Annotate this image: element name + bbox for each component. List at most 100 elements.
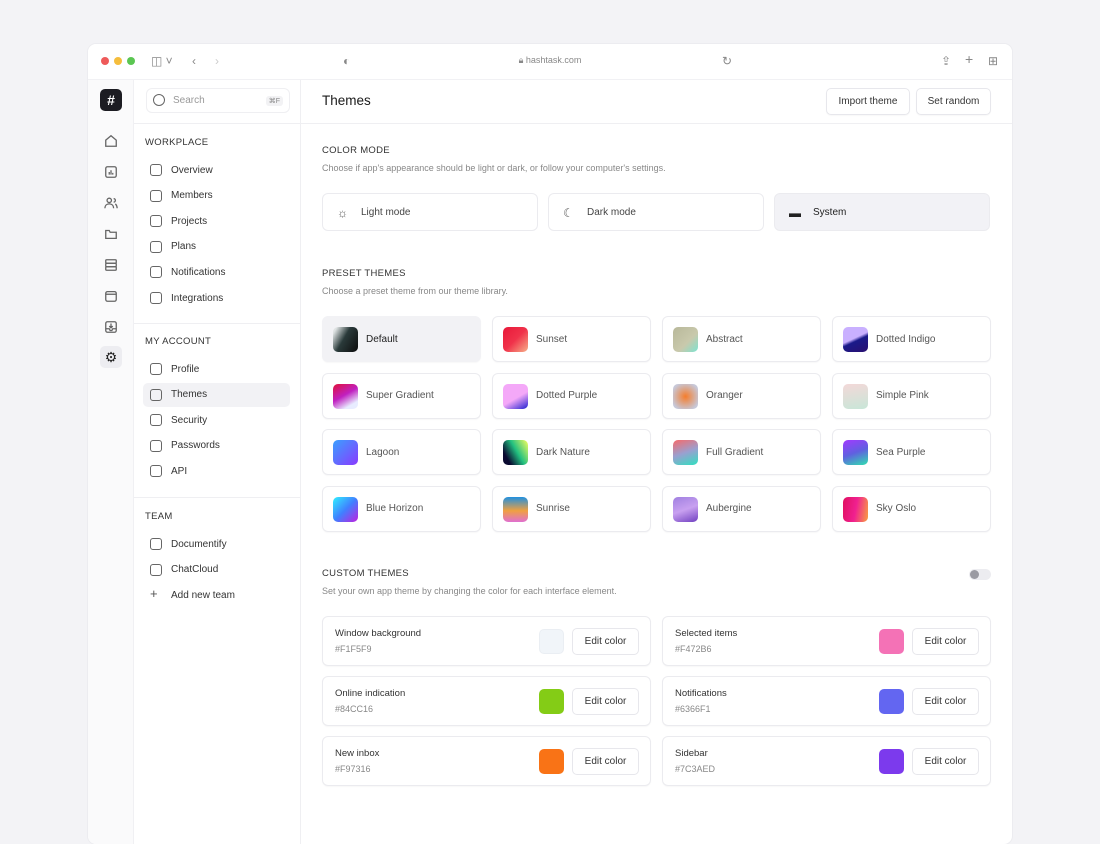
- preset-theme-sea-purple[interactable]: Sea Purple: [832, 429, 991, 475]
- preset-theme-label: Dotted Indigo: [876, 334, 936, 345]
- sidebar-item-add-new-team[interactable]: +Add new team: [143, 583, 290, 607]
- preset-theme-full-gradient[interactable]: Full Gradient: [662, 429, 821, 475]
- preset-theme-default[interactable]: Default: [322, 316, 481, 362]
- sidebar-item-passwords[interactable]: Passwords: [143, 434, 290, 458]
- preset-theme-label: Blue Horizon: [366, 503, 423, 514]
- preset-theme-abstract[interactable]: Abstract: [662, 316, 821, 362]
- analytics-icon[interactable]: [100, 161, 122, 183]
- share-icon[interactable]: ⇪: [941, 54, 951, 68]
- browser-toolbar: ◫ ˅ ‹ › ◐ 🔒︎ hashtask.com ↻ ⇪ + ⊞: [88, 44, 1012, 80]
- preset-theme-sunset[interactable]: Sunset: [492, 316, 651, 362]
- custom-themes-toggle[interactable]: [969, 569, 991, 580]
- color-label: Online indication: [335, 688, 405, 699]
- sidebar-item-plans[interactable]: Plans: [143, 235, 290, 259]
- sidebar-item-integrations[interactable]: Integrations: [143, 286, 290, 310]
- sidebar-item-members[interactable]: Members: [143, 184, 290, 208]
- edit-color-button[interactable]: Edit color: [912, 748, 979, 775]
- tab-overview-icon[interactable]: ⊞: [988, 54, 998, 68]
- sidebar-item-profile[interactable]: Profile: [143, 357, 290, 381]
- preset-theme-oranger[interactable]: Oranger: [662, 373, 821, 419]
- preset-theme-blue-horizon[interactable]: Blue Horizon: [322, 486, 481, 532]
- color-value: #6366F1: [675, 704, 711, 714]
- custom-themes-description: Set your own app theme by changing the c…: [322, 586, 617, 596]
- sidebar-item-overview[interactable]: Overview: [143, 158, 290, 182]
- preset-theme-sunrise[interactable]: Sunrise: [492, 486, 651, 532]
- color-swatch[interactable]: [539, 629, 564, 654]
- color-swatch[interactable]: [879, 689, 904, 714]
- add-new-team-icon: +: [150, 586, 162, 598]
- search-input[interactable]: Search ⌘F: [146, 88, 290, 113]
- home-icon[interactable]: [100, 130, 122, 152]
- set-random-button[interactable]: Set random: [916, 88, 991, 115]
- preset-theme-dotted-indigo[interactable]: Dotted Indigo: [832, 316, 991, 362]
- mode-option-system[interactable]: ▬ System: [774, 193, 990, 231]
- color-swatch[interactable]: [539, 689, 564, 714]
- settings-sidebar: Search ⌘F WORKPLACE OverviewMembersProjec…: [134, 80, 301, 844]
- edit-color-button[interactable]: Edit color: [912, 628, 979, 655]
- sidebar-item-chatcloud[interactable]: ChatCloud: [143, 558, 290, 582]
- preset-theme-dark-nature[interactable]: Dark Nature: [492, 429, 651, 475]
- sidebar-item-label: Integrations: [171, 293, 223, 304]
- reload-icon[interactable]: ↻: [722, 54, 732, 68]
- moon-icon: ☾: [563, 206, 574, 220]
- api-icon: [150, 465, 162, 477]
- mode-option-dark-mode[interactable]: ☾Dark mode: [548, 193, 764, 231]
- color-swatch[interactable]: [879, 629, 904, 654]
- preset-theme-label: Lagoon: [366, 447, 399, 458]
- theme-swatch: [843, 327, 868, 352]
- theme-swatch: [673, 497, 698, 522]
- color-label: Notifications: [675, 688, 727, 699]
- import-theme-button[interactable]: Import theme: [826, 88, 910, 115]
- theme-swatch: [673, 384, 698, 409]
- address-bar[interactable]: 🔒︎ hashtask.com: [88, 55, 1012, 66]
- main-content: Themes Import theme Set random COLOR MOD…: [301, 80, 1012, 844]
- color-swatch[interactable]: [879, 749, 904, 774]
- settings-gear-icon[interactable]: ⚙: [100, 346, 122, 368]
- search-shortcut: ⌘F: [266, 96, 283, 106]
- preset-theme-sky-oslo[interactable]: Sky Oslo: [832, 486, 991, 532]
- edit-color-button[interactable]: Edit color: [572, 628, 639, 655]
- edit-color-button[interactable]: Edit color: [572, 688, 639, 715]
- section-heading-workplace: WORKPLACE: [145, 137, 208, 148]
- new-tab-icon[interactable]: +: [965, 51, 973, 67]
- divider: [134, 323, 300, 324]
- preset-theme-simple-pink[interactable]: Simple Pink: [832, 373, 991, 419]
- divider: [134, 497, 300, 498]
- sidebar-item-api[interactable]: API: [143, 459, 290, 483]
- theme-swatch: [673, 440, 698, 465]
- edit-color-button[interactable]: Edit color: [912, 688, 979, 715]
- users-icon[interactable]: [100, 192, 122, 214]
- sidebar-item-label: ChatCloud: [171, 564, 218, 575]
- sidebar-item-notifications[interactable]: Notifications: [143, 260, 290, 284]
- color-swatch[interactable]: [539, 749, 564, 774]
- preset-theme-dotted-purple[interactable]: Dotted Purple: [492, 373, 651, 419]
- calendar-icon[interactable]: [100, 285, 122, 307]
- sidebar-item-security[interactable]: Security: [143, 408, 290, 432]
- theme-swatch: [673, 327, 698, 352]
- color-mode-description: Choose if app's appearance should be lig…: [322, 163, 666, 173]
- preset-theme-super-gradient[interactable]: Super Gradient: [322, 373, 481, 419]
- preset-theme-label: Super Gradient: [366, 390, 434, 401]
- mode-option-label: System: [813, 207, 846, 218]
- inbox-icon[interactable]: [100, 316, 122, 338]
- sidebar-item-documentify[interactable]: Documentify: [143, 532, 290, 556]
- edit-color-button[interactable]: Edit color: [572, 748, 639, 775]
- theme-swatch: [843, 384, 868, 409]
- color-value: #F1F5F9: [335, 644, 372, 654]
- mode-option-light-mode[interactable]: ☼Light mode: [322, 193, 538, 231]
- sidebar-item-label: Plans: [171, 241, 196, 252]
- preset-theme-lagoon[interactable]: Lagoon: [322, 429, 481, 475]
- security-icon: [150, 414, 162, 426]
- preset-theme-aubergine[interactable]: Aubergine: [662, 486, 821, 532]
- folder-icon[interactable]: [100, 223, 122, 245]
- monitor-icon: ▬: [789, 206, 801, 220]
- page-title: Themes: [322, 93, 371, 108]
- sidebar-item-themes[interactable]: Themes: [143, 383, 290, 407]
- app-logo[interactable]: #: [100, 89, 122, 111]
- section-heading-team: TEAM: [145, 511, 173, 522]
- preset-theme-label: Sky Oslo: [876, 503, 916, 514]
- themes-icon: [150, 389, 162, 401]
- sidebar-item-projects[interactable]: Projects: [143, 209, 290, 233]
- preset-theme-label: Dark Nature: [536, 447, 590, 458]
- storage-icon[interactable]: [100, 254, 122, 276]
